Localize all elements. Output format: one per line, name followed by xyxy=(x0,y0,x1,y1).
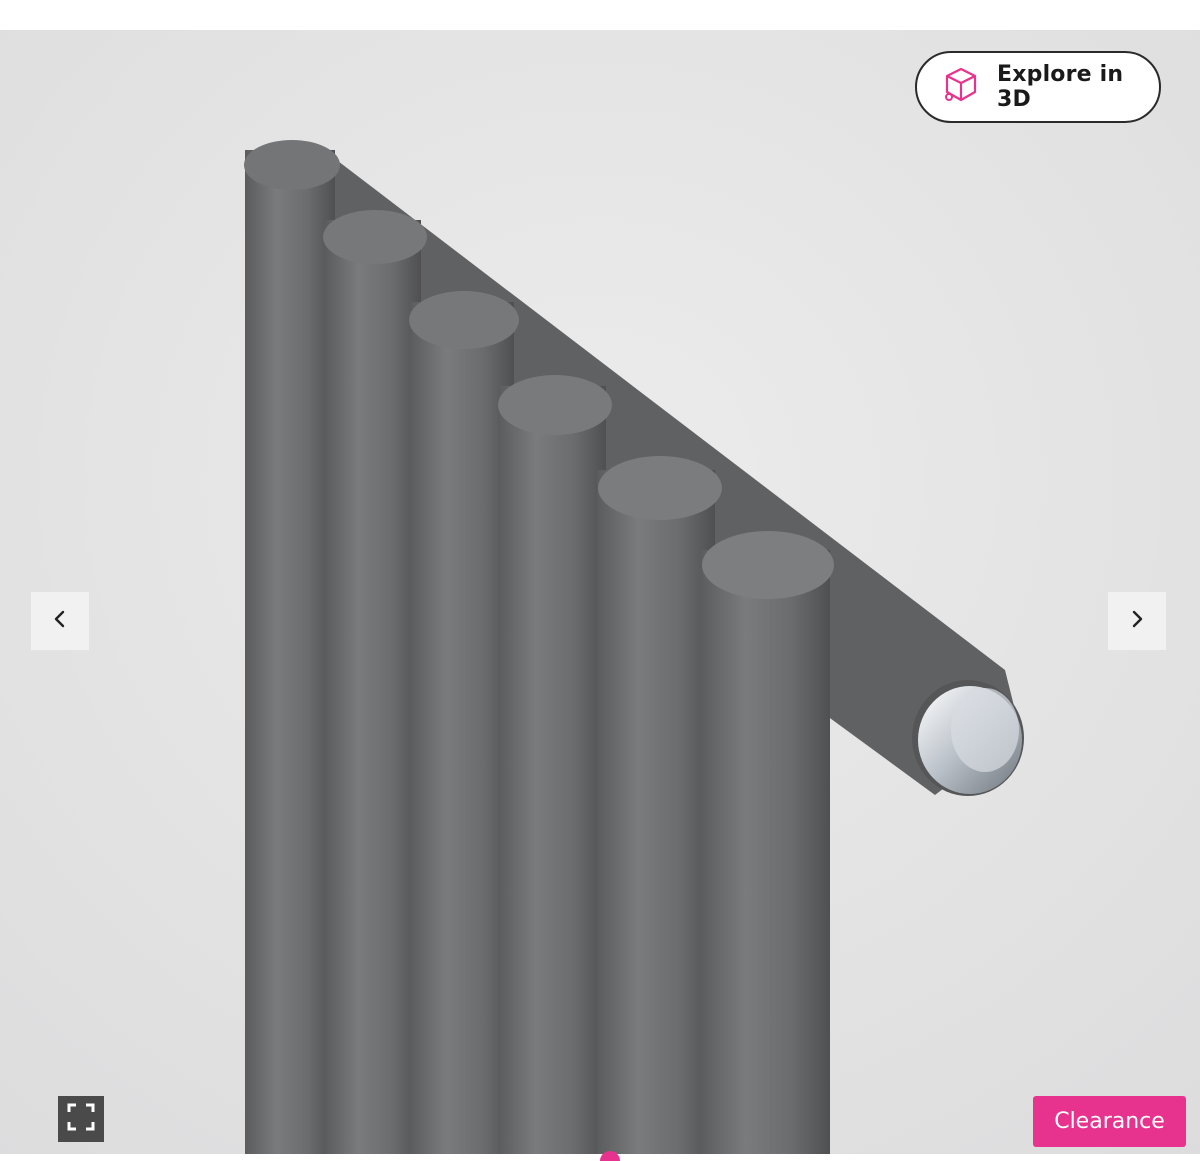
clearance-badge: Clearance xyxy=(1033,1096,1186,1147)
next-image-button[interactable] xyxy=(1108,592,1166,650)
explore-3d-button[interactable]: Explore in 3D xyxy=(915,51,1161,123)
cube-3d-icon xyxy=(941,65,981,109)
fullscreen-icon xyxy=(66,1102,96,1136)
fullscreen-button[interactable] xyxy=(58,1096,104,1142)
product-image-gallery: Explore in 3D xyxy=(0,30,1200,1154)
product-photo xyxy=(0,30,1200,1154)
previous-image-button[interactable] xyxy=(31,592,89,650)
explore-3d-label: Explore in 3D xyxy=(997,62,1124,112)
chevron-right-icon xyxy=(1127,609,1147,633)
chevron-left-icon xyxy=(50,609,70,633)
